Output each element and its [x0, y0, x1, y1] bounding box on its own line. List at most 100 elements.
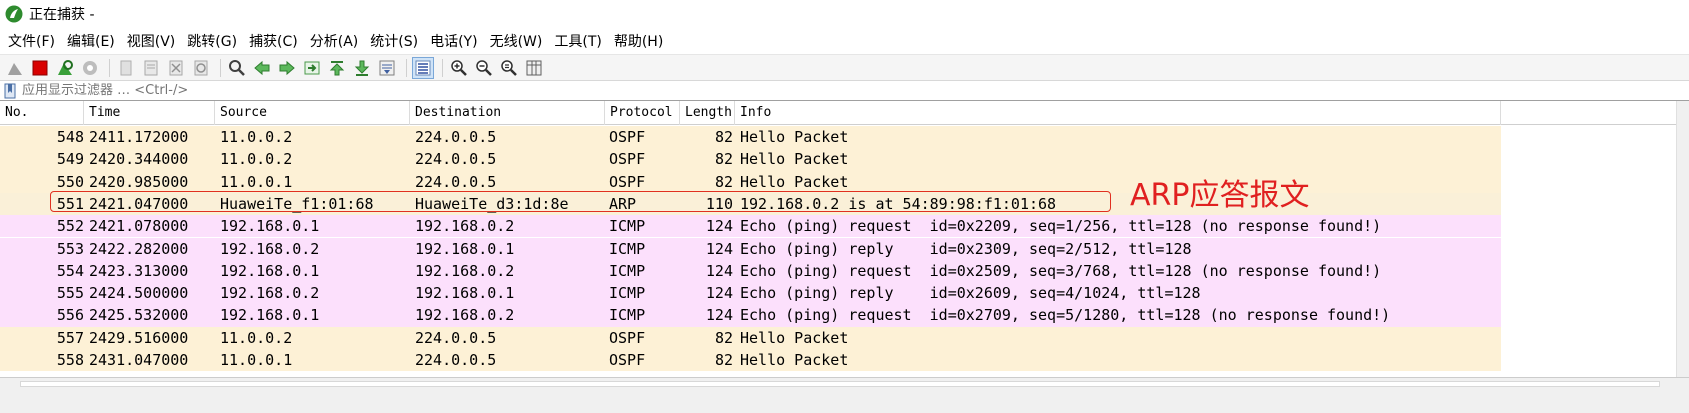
packet-row[interactable]: 555 2424.500000 192.168.0.2 192.168.0.1 ICMP… — [0, 282, 1501, 305]
packet-no: 553 — [56, 239, 84, 258]
go-back-icon[interactable] — [251, 57, 273, 79]
menu-tools[interactable]: 工具(T) — [550, 31, 609, 51]
wireshark-app-icon — [5, 5, 23, 23]
go-last-icon[interactable] — [351, 57, 373, 79]
go-to-packet-icon[interactable] — [301, 57, 323, 79]
menu-telephony[interactable]: 电话(Y) — [426, 31, 485, 51]
toolbar-separator — [406, 58, 407, 77]
zoom-normal-icon[interactable] — [498, 57, 520, 79]
packet-list-header: No. Time Source Destination Protocol Len… — [0, 101, 1689, 125]
menu-file[interactable]: 文件(F) — [4, 31, 63, 51]
packet-source: 11.0.0.2 — [220, 128, 293, 146]
menu-capture[interactable]: 捕获(C) — [245, 31, 306, 51]
packet-destination: 192.168.0.2 — [415, 306, 515, 325]
packet-length: 124 — [705, 261, 733, 280]
packet-row[interactable]: 549 2420.344000 11.0.0.2 224.0.0.5 OSPF 82 Hel… — [0, 148, 1501, 171]
menu-wireless[interactable]: 无线(W) — [486, 31, 551, 51]
column-header-protocol[interactable]: Protocol — [605, 101, 680, 125]
menu-view[interactable]: 视图(V) — [123, 31, 184, 51]
column-header-time[interactable]: Time — [84, 101, 215, 125]
open-file-icon[interactable] — [115, 57, 137, 79]
packet-list[interactable]: No. Time Source Destination Protocol Len… — [0, 101, 1689, 377]
packet-row[interactable]: 558 2431.047000 11.0.0.1 224.0.0.5 OSPF 82 Hel… — [0, 349, 1501, 372]
pane-splitter-handle[interactable] — [20, 381, 1660, 387]
packet-protocol: OSPF — [609, 172, 646, 191]
toolbar-separator — [109, 58, 110, 77]
main-toolbar — [0, 54, 1689, 81]
bookmark-icon[interactable] — [4, 83, 16, 99]
packet-time: 2421.047000 — [89, 194, 189, 213]
menu-go[interactable]: 跳转(G) — [183, 31, 245, 51]
packet-info: Echo (ping) request id=0x2509, seq=3/768… — [740, 261, 1382, 280]
shark-fin-start-icon[interactable] — [4, 57, 26, 79]
packet-no: 555 — [56, 284, 84, 303]
packet-time: 2422.282000 — [89, 239, 189, 258]
packet-length: 124 — [705, 217, 733, 236]
packet-no: 551 — [56, 194, 84, 213]
packet-info: Hello Packet — [740, 328, 849, 347]
menu-analyze[interactable]: 分析(A) — [306, 31, 367, 51]
go-first-icon[interactable] — [326, 57, 348, 79]
packet-time: 2429.516000 — [89, 328, 189, 347]
resize-columns-icon[interactable] — [523, 57, 545, 79]
packet-row[interactable]: 552 2421.078000 192.168.0.1 192.168.0.2 ICMP… — [0, 215, 1501, 238]
packet-destination: 192.168.0.1 — [415, 239, 515, 258]
zoom-in-icon[interactable] — [448, 57, 470, 79]
packet-row[interactable]: 557 2429.516000 11.0.0.2 224.0.0.5 OSPF 82 Hel… — [0, 326, 1501, 349]
menu-statistics[interactable]: 统计(S) — [366, 31, 426, 51]
restart-capture-icon[interactable] — [54, 57, 76, 79]
toolbar-separator — [220, 58, 221, 77]
packet-destination: 224.0.0.5 — [415, 172, 497, 191]
packet-protocol: ARP — [609, 194, 637, 213]
capture-options-icon[interactable] — [79, 57, 101, 79]
column-header-no[interactable]: No. — [0, 101, 84, 125]
menu-edit[interactable]: 编辑(E) — [63, 31, 123, 51]
column-header-source[interactable]: Source — [215, 101, 410, 125]
autoscroll-icon[interactable] — [376, 57, 398, 79]
title-bar: 正在捕获 - — [0, 0, 1689, 28]
packet-no: 554 — [56, 261, 84, 280]
go-forward-icon[interactable] — [276, 57, 298, 79]
find-packet-icon[interactable] — [226, 57, 248, 79]
packet-time: 2431.047000 — [89, 351, 189, 369]
toolbar-separator — [442, 58, 443, 77]
packet-row[interactable]: 553 2422.282000 192.168.0.2 192.168.0.1 ICMP… — [0, 237, 1501, 260]
packet-protocol: ICMP — [609, 261, 646, 280]
display-filter-input[interactable] — [22, 83, 1662, 98]
packet-no: 558 — [56, 351, 84, 369]
column-header-info[interactable]: Info — [735, 101, 1501, 125]
packet-list-scrollbar[interactable] — [1676, 101, 1689, 377]
packet-length: 82 — [714, 172, 733, 191]
packet-protocol: OSPF — [609, 150, 646, 169]
packet-source: 192.168.0.1 — [220, 217, 320, 236]
packet-info: Echo (ping) reply id=0x2609, seq=4/1024,… — [740, 284, 1201, 303]
packet-destination: 224.0.0.5 — [415, 328, 497, 347]
packet-time: 2424.500000 — [89, 284, 189, 303]
packet-length: 82 — [714, 128, 733, 146]
packet-protocol: ICMP — [609, 284, 646, 303]
column-header-length[interactable]: Length — [680, 101, 735, 125]
packet-destination: 224.0.0.5 — [415, 351, 497, 369]
packet-row[interactable]: 556 2425.532000 192.168.0.1 192.168.0.2 ICMP… — [0, 304, 1501, 327]
packet-source: 192.168.0.1 — [220, 306, 320, 325]
packet-row[interactable]: 548 2411.172000 11.0.0.2 224.0.0.5 OSPF 82 Hel… — [0, 126, 1501, 149]
menu-bar: 文件(F) 编辑(E) 视图(V) 跳转(G) 捕获(C) 分析(A) 统计(S… — [0, 28, 1689, 54]
packet-length: 82 — [714, 150, 733, 169]
arp-reply-annotation: ARP应答报文 — [1130, 178, 1310, 213]
close-file-icon[interactable] — [165, 57, 187, 79]
packet-protocol: ICMP — [609, 306, 646, 325]
save-file-icon[interactable] — [140, 57, 162, 79]
reload-icon[interactable] — [190, 57, 212, 79]
packet-row[interactable]: 554 2423.313000 192.168.0.1 192.168.0.2 ICMP… — [0, 259, 1501, 283]
zoom-out-icon[interactable] — [473, 57, 495, 79]
colorize-icon[interactable] — [412, 56, 434, 79]
packet-protocol: OSPF — [609, 328, 646, 347]
column-header-destination[interactable]: Destination — [410, 101, 605, 125]
stop-capture-icon[interactable] — [29, 57, 51, 79]
packet-source: 11.0.0.1 — [220, 351, 293, 369]
menu-help[interactable]: 帮助(H) — [610, 31, 671, 51]
packet-no: 552 — [56, 217, 84, 236]
packet-info: Hello Packet — [740, 351, 849, 369]
packet-no: 557 — [56, 328, 84, 347]
packet-no: 549 — [56, 150, 84, 169]
